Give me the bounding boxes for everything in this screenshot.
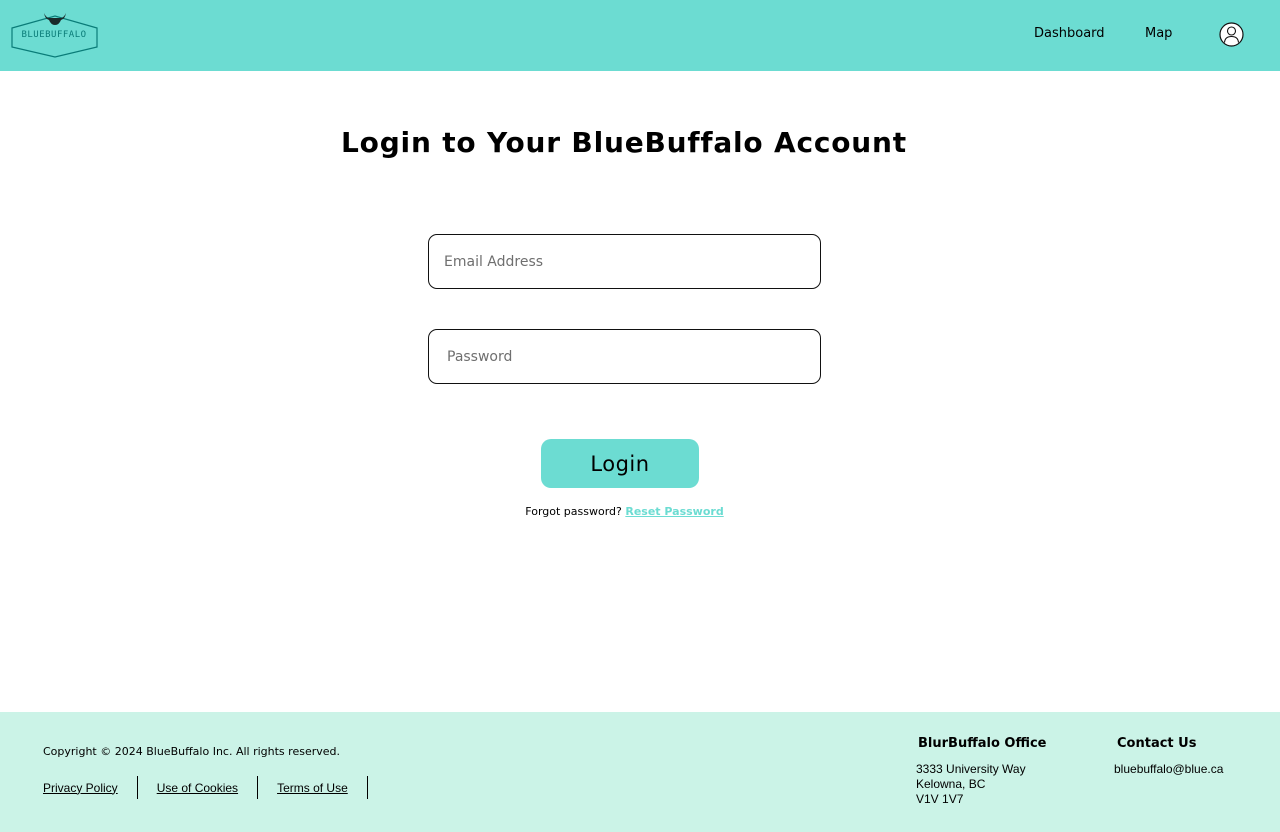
logo-text: BLUEBUFFALO	[21, 30, 87, 40]
nav-map-link[interactable]: Map	[1145, 26, 1172, 41]
user-icon[interactable]	[1219, 22, 1244, 47]
use-of-cookies-link[interactable]: Use of Cookies	[157, 781, 238, 795]
address-line: Kelowna, BC	[916, 777, 986, 791]
link-divider	[136, 776, 138, 799]
terms-of-use-link[interactable]: Terms of Use	[277, 781, 348, 795]
login-button[interactable]: Login	[541, 439, 699, 488]
contact-heading: Contact Us	[1117, 736, 1197, 751]
link-divider	[257, 776, 259, 799]
password-field[interactable]	[428, 329, 821, 384]
privacy-policy-link[interactable]: Privacy Policy	[43, 781, 118, 795]
address-line: 3333 University Way	[916, 762, 1026, 776]
office-heading: BlurBuffalo Office	[918, 736, 1047, 751]
nav-dashboard-link[interactable]: Dashboard	[1034, 26, 1105, 41]
footer-links: Privacy Policy Use of Cookies Terms of U…	[43, 776, 387, 799]
top-nav-bar: BLUEBUFFALO Dashboard Map	[0, 0, 1280, 71]
page-title: Login to Your BlueBuffalo Account	[341, 126, 907, 159]
footer: Copyright © 2024 BlueBuffalo Inc. All ri…	[0, 712, 1280, 832]
contact-email[interactable]: bluebuffalo@blue.ca	[1114, 762, 1223, 777]
forgot-password-text: Forgot password?	[525, 505, 622, 518]
email-field[interactable]	[428, 234, 821, 289]
forgot-password-row: Forgot password? Reset Password	[0, 505, 1249, 518]
link-divider	[366, 776, 368, 799]
copyright-text: Copyright © 2024 BlueBuffalo Inc. All ri…	[43, 745, 340, 758]
reset-password-link[interactable]: Reset Password	[625, 505, 723, 518]
bluebuffalo-logo[interactable]: BLUEBUFFALO	[11, 10, 99, 58]
office-address: 3333 University Way Kelowna, BC V1V 1V7	[916, 762, 1026, 807]
address-line: V1V 1V7	[916, 792, 964, 806]
